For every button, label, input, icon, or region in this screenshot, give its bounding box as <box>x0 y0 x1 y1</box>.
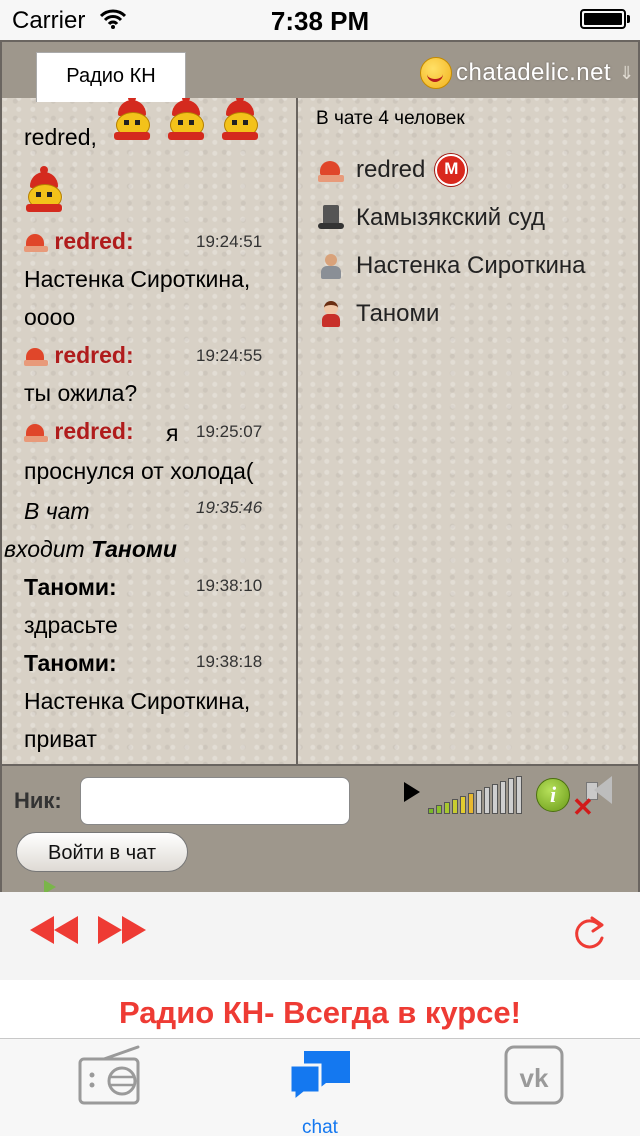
santa-smiley-icon <box>24 166 64 216</box>
system-message-text: входит <box>4 536 85 562</box>
message-text: Настенка Сироткина, <box>24 266 251 292</box>
message-timestamp: 19:24:55 <box>196 346 263 365</box>
message-text: Настенка Сироткина, <box>24 688 251 714</box>
person-icon <box>316 251 346 281</box>
message-timestamp: 19:24:51 <box>196 232 263 251</box>
fast-forward-icon[interactable] <box>98 916 146 944</box>
santa-hat-icon <box>24 232 48 254</box>
user-list-item[interactable]: Таноми <box>316 296 439 332</box>
message-nick[interactable]: Таноми: <box>24 650 117 677</box>
message-text: я <box>166 420 179 446</box>
santa-hat-icon <box>24 346 48 368</box>
battery-icon <box>580 9 626 29</box>
user-name: Камызякский суд <box>356 204 546 231</box>
system-message: входит Таноми <box>4 536 177 563</box>
chat-login-panel: Ник: Войти в чат i ✕ <box>2 764 638 894</box>
message-text: приват <box>24 726 97 752</box>
join-chat-button[interactable]: Войти в чат <box>16 832 188 872</box>
system-message-user[interactable]: Таноми <box>91 536 177 562</box>
message-nick[interactable]: redred: <box>54 418 133 444</box>
system-message: В чат <box>24 498 90 524</box>
battery-tip <box>627 15 630 23</box>
user-list-item[interactable]: Настенка Сироткина <box>316 248 585 284</box>
message-header: redred: <box>24 228 134 255</box>
message-text: здрасьте <box>24 612 118 638</box>
svg-text:vk: vk <box>520 1063 549 1093</box>
message-text: ты ожила? <box>24 380 138 406</box>
info-icon[interactable]: i <box>536 778 570 812</box>
chat-webview: Радио КН chatadelic.net ⇓ redred, redred… <box>0 40 640 894</box>
down-arrow-icon[interactable]: ⇓ <box>619 63 634 84</box>
user-list-item[interactable]: redred M <box>316 152 468 188</box>
woman-icon <box>316 299 346 329</box>
user-list-item[interactable]: Камызякский суд <box>316 200 545 236</box>
brand-text: chatadelic.net <box>456 59 612 86</box>
player-controls <box>0 892 640 980</box>
user-name: redred <box>356 156 426 183</box>
santa-smiley-icon <box>112 98 152 144</box>
nick-input[interactable] <box>80 777 350 825</box>
santa-hat-icon <box>24 422 48 444</box>
tab-chat[interactable]: chat <box>260 1045 380 1138</box>
reload-icon[interactable] <box>570 914 608 952</box>
tab-vk[interactable]: vk <box>474 1045 594 1135</box>
user-name: Таноми <box>356 300 440 327</box>
users-count: В чате 4 человек <box>316 108 465 129</box>
user-name: Настенка Сироткина <box>356 252 586 279</box>
radio-icon <box>78 1045 140 1105</box>
santa-hat-icon <box>316 155 346 185</box>
chat-room-tabs: Радио КН chatadelic.net ⇓ <box>2 40 638 102</box>
message-text: проснулся от холода( <box>24 458 254 484</box>
chatadelic-brand[interactable]: chatadelic.net ⇓ <box>420 56 634 90</box>
santa-smiley-icon <box>220 98 260 144</box>
room-tab-radio-kn[interactable]: Радио КН <box>36 52 186 102</box>
rewind-icon[interactable] <box>30 916 78 944</box>
vk-icon: vk <box>504 1045 564 1105</box>
message-text: оооо <box>24 304 76 330</box>
mute-speaker-icon[interactable]: ✕ <box>572 774 622 822</box>
message-nick[interactable]: redred: <box>54 228 133 254</box>
nick-label: Ник: <box>14 788 62 813</box>
moderator-badge-icon: M <box>435 154 468 186</box>
chat-bubbles-icon <box>288 1051 350 1105</box>
message-text: redred, <box>24 124 97 150</box>
message-nick[interactable]: redred: <box>54 342 133 368</box>
santa-smiley-icon <box>166 98 206 144</box>
user-list-pane: В чате 4 человек redred M Камызякский су… <box>298 98 638 806</box>
top-hat-icon <box>316 203 346 233</box>
play-icon[interactable] <box>404 782 420 802</box>
message-header: redred: <box>24 418 134 445</box>
message-timestamp: 19:38:18 <box>196 652 263 671</box>
status-bar: Carrier 7:38 PM <box>0 0 640 40</box>
message-timestamp: 19:25:07 <box>196 422 263 441</box>
message-timestamp: 19:38:10 <box>196 576 263 595</box>
tab-bar: chat vk <box>0 1038 640 1138</box>
message-pane[interactable]: redred, redred: 19:24:51 Настенка Сиротк… <box>2 98 298 806</box>
message-nick[interactable]: Таноми: <box>24 574 117 601</box>
message-header: redred: <box>24 342 134 369</box>
station-banner: Радио КН- Всегда в курсе! <box>0 980 640 1038</box>
smiley-logo-icon <box>420 57 452 89</box>
volume-slider[interactable] <box>428 776 522 814</box>
tab-radio[interactable] <box>48 1045 168 1135</box>
clock: 7:38 PM <box>270 6 370 36</box>
message-timestamp: 19:35:46 <box>196 498 263 517</box>
